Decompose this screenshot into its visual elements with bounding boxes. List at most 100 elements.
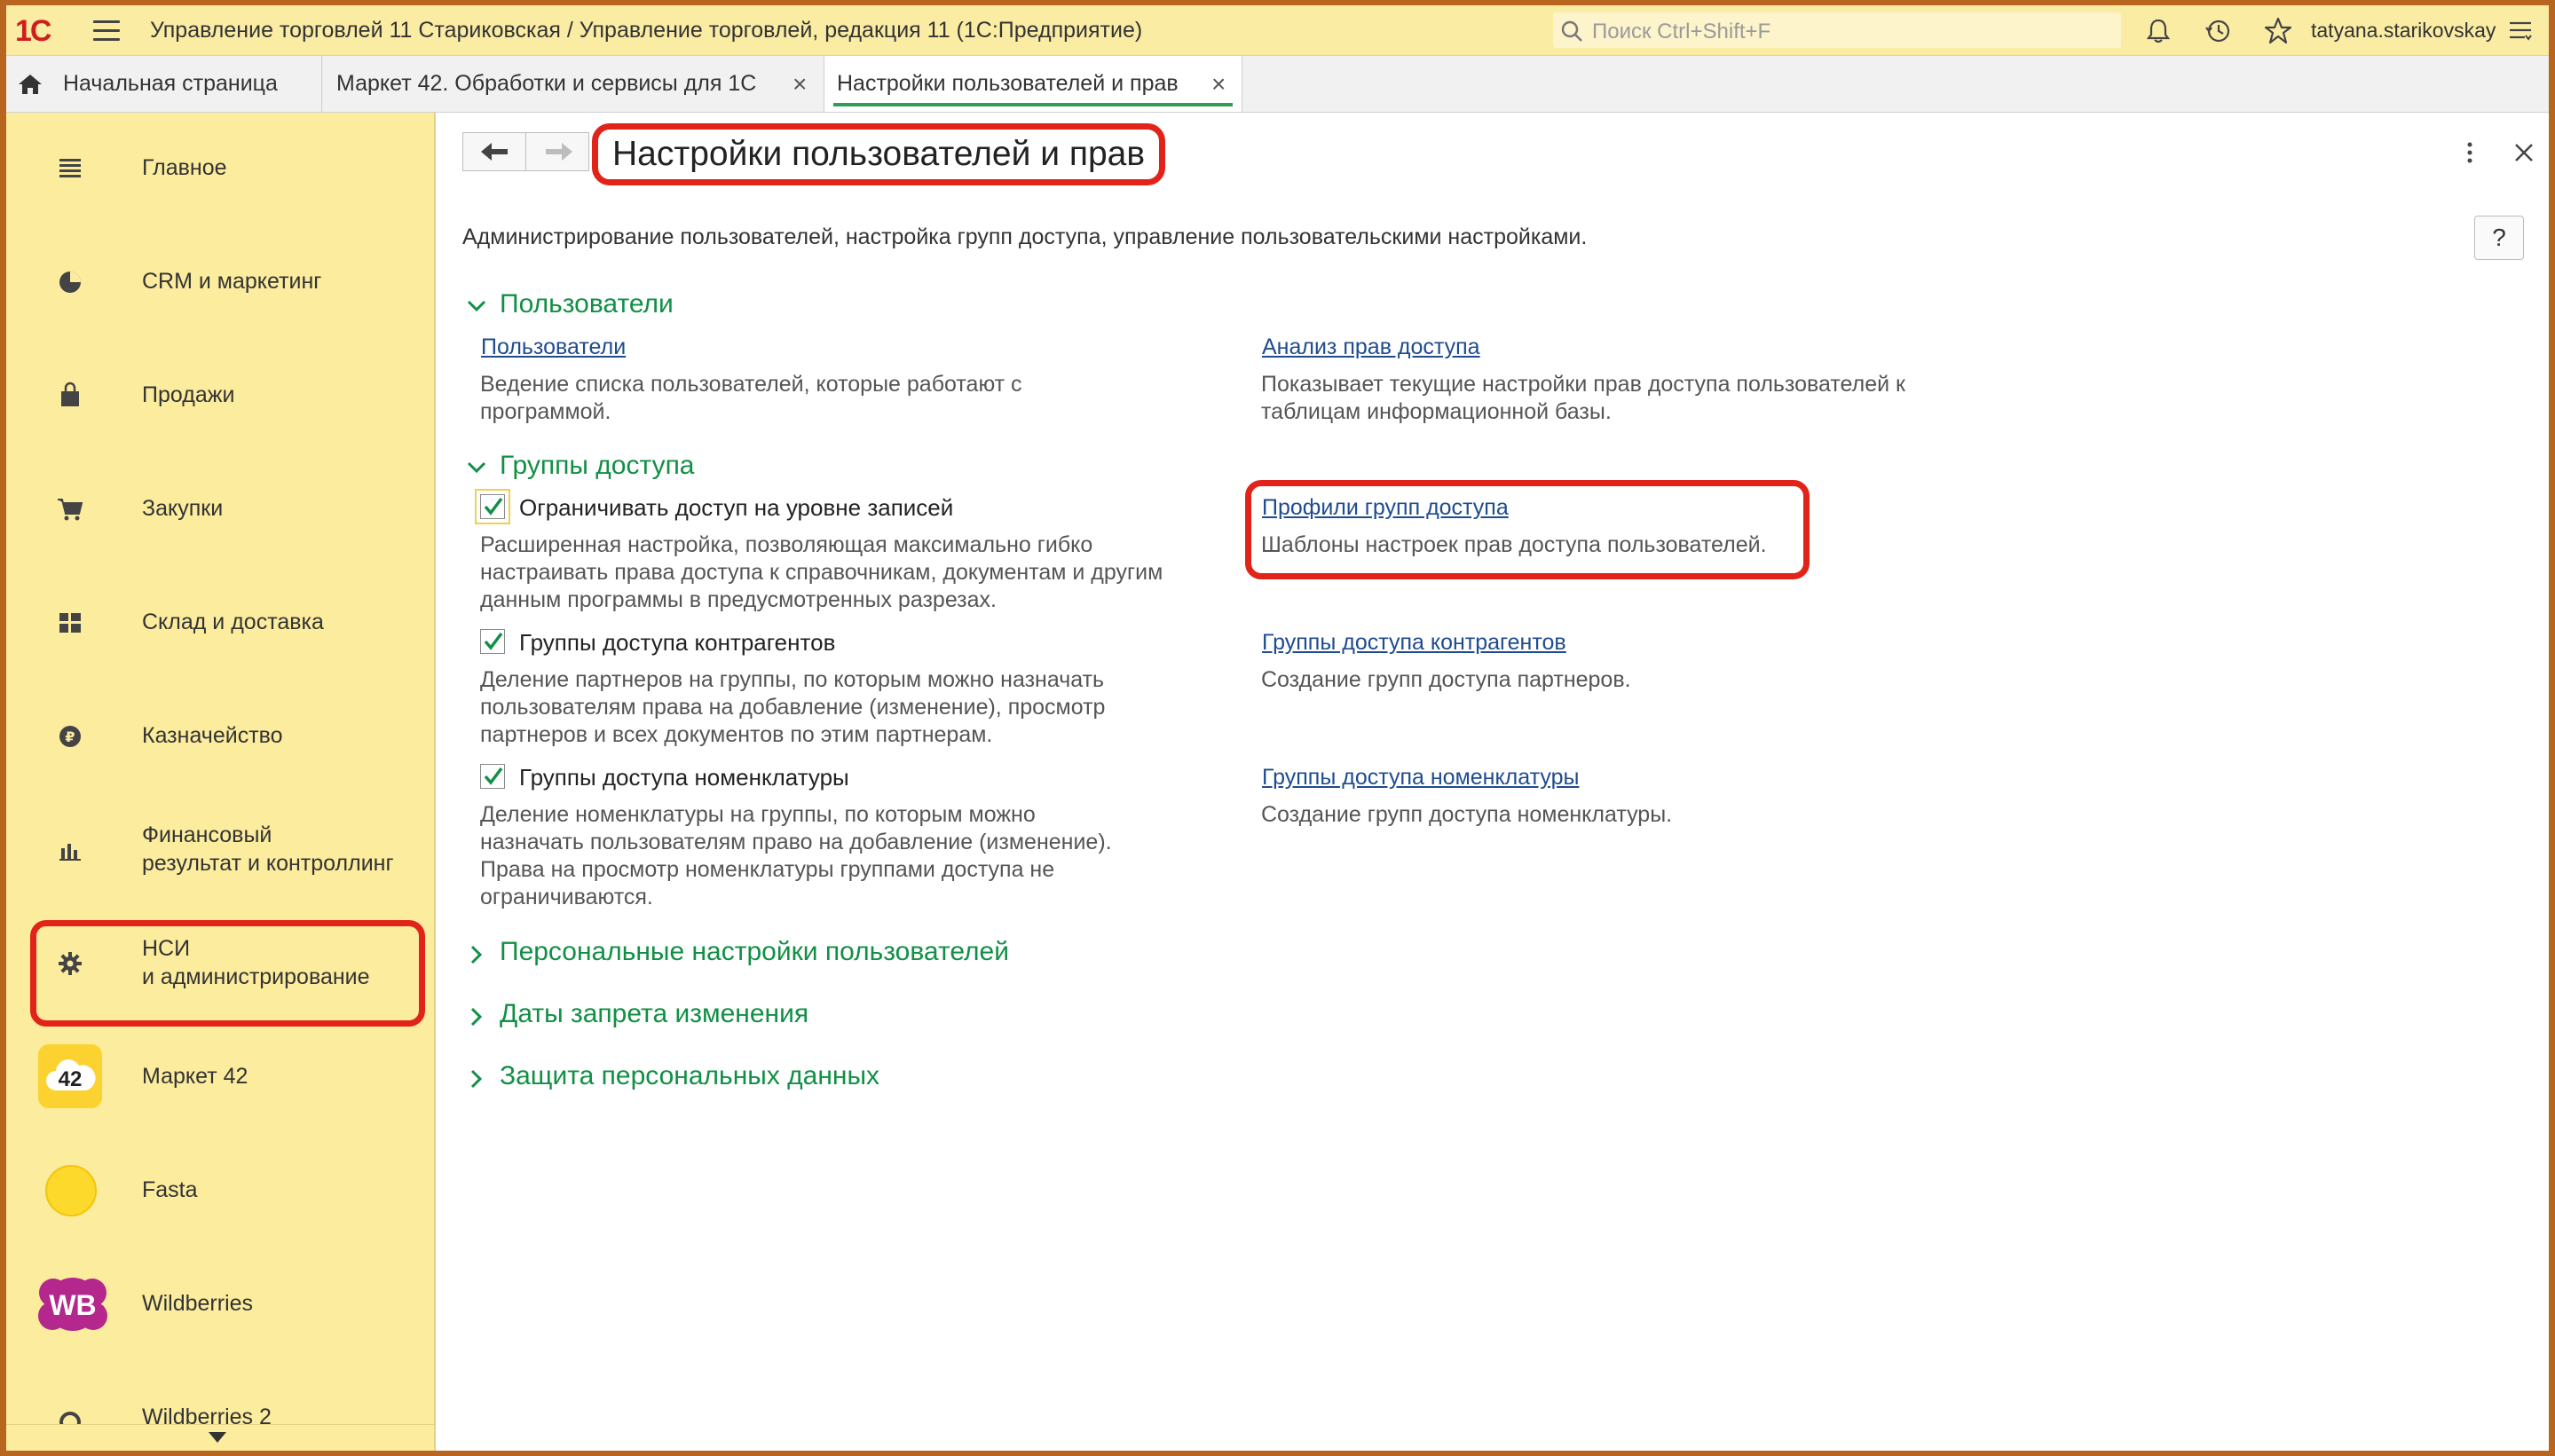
sidebar-item-sales[interactable]: Продажи	[6, 347, 434, 445]
sidebar-item-treasury[interactable]: ₽ Казначейство	[6, 688, 434, 785]
sidebar-item-label: Wildberries	[142, 1291, 254, 1316]
svg-text:₽: ₽	[65, 728, 75, 745]
tab-label: Настройки пользователей и прав	[837, 71, 1179, 96]
market42-logo: 42	[38, 1044, 102, 1108]
counterparty-groups-label[interactable]: Группы доступа контрагентов	[519, 629, 835, 657]
main-content: Настройки пользователей и прав Администр…	[436, 113, 2549, 1451]
app-title: Управление торговлей 11 Стариковская / У…	[150, 18, 1143, 43]
app-window: 1С Управление торговлей 11 Стариковская …	[6, 5, 2549, 1451]
sidebar-item-market42[interactable]: 42 Маркет 42	[6, 1028, 434, 1126]
ruble-coin-icon: ₽	[59, 726, 81, 747]
users-link[interactable]: Пользователи	[481, 334, 626, 360]
main-menu-icon[interactable]	[93, 20, 120, 41]
arrow-left-icon	[481, 143, 508, 161]
nomenclature-groups-link[interactable]: Группы доступа номенклатуры	[1262, 765, 1579, 791]
history-icon[interactable]	[2203, 16, 2233, 46]
sidebar: Главное CRM и маркетинг Продажи Закупки …	[6, 113, 436, 1451]
shopping-bag-icon	[61, 382, 79, 406]
cart-icon	[58, 499, 83, 521]
pie-chart-icon	[59, 272, 81, 293]
users-note: Ведение списка пользователей, которые ра…	[480, 372, 1022, 397]
chevron-down-icon[interactable]	[466, 299, 487, 313]
counterparty-groups-link-note: Создание групп доступа партнеров.	[1261, 667, 1631, 692]
bar-chart-icon	[59, 844, 81, 861]
sidebar-item-purchases[interactable]: Закупки	[6, 460, 434, 558]
restrict-records-note: Расширенная настройка, позволяющая макси…	[480, 532, 1093, 557]
counterparty-groups-link[interactable]: Группы доступа контрагентов	[1262, 630, 1566, 656]
access-analysis-note: таблицам информационной базы.	[1261, 399, 1612, 424]
counterparty-groups-note: партнеров и всех документов по этим парт…	[480, 722, 993, 747]
search-icon	[1561, 20, 1582, 42]
help-button[interactable]: ?	[2474, 216, 2524, 260]
settings-menu-icon[interactable]	[2507, 18, 2534, 44]
check-icon	[484, 767, 503, 785]
restrict-records-note: данным программы в предусмотренных разре…	[480, 587, 997, 612]
sidebar-item-label: Главное	[142, 155, 227, 180]
section-users-title[interactable]: Пользователи	[500, 289, 674, 319]
sidebar-item-label: Казначейство	[142, 723, 283, 748]
home-icon	[19, 75, 42, 94]
chevron-right-icon[interactable]	[469, 1068, 484, 1090]
close-icon[interactable]	[2511, 139, 2537, 166]
sidebar-item-label: Маркет 42	[142, 1064, 248, 1089]
page-title: Настройки пользователей и прав	[612, 135, 1146, 173]
bell-icon[interactable]	[2143, 16, 2173, 46]
counterparty-groups-checkbox[interactable]	[480, 629, 505, 654]
tab-user-settings[interactable]: Настройки пользователей и прав ×	[824, 56, 1242, 112]
check-icon	[484, 632, 503, 650]
nomenclature-groups-label[interactable]: Группы доступа номенклатуры	[519, 764, 849, 791]
section-personal-data-protection[interactable]: Защита персональных данных	[500, 1061, 879, 1091]
sidebar-item-crm[interactable]: CRM и маркетинг	[6, 233, 434, 331]
sidebar-scroll-down-icon[interactable]	[209, 1432, 226, 1443]
sidebar-item-label: CRM и маркетинг	[142, 269, 322, 294]
sidebar-item-label: Закупки	[142, 496, 224, 521]
list-icon	[59, 159, 81, 177]
access-analysis-note: Показывает текущие настройки прав доступ…	[1261, 372, 1905, 397]
favorites-star-icon[interactable]	[2263, 16, 2293, 46]
tab-close-icon[interactable]: ×	[1211, 70, 1226, 98]
fasta-logo-icon	[45, 1165, 97, 1216]
nomenclature-groups-note: ограничиваются.	[480, 885, 653, 909]
search-box[interactable]: Поиск Ctrl+Shift+F	[1553, 12, 2121, 48]
section-personal-settings[interactable]: Персональные настройки пользователей	[500, 937, 1009, 967]
sidebar-item-wildberries[interactable]: WB Wildberries	[6, 1255, 434, 1353]
chevron-right-icon[interactable]	[469, 944, 484, 965]
counterparty-groups-note: пользователям права на добавление (измен…	[480, 695, 1106, 720]
sidebar-item-fasta[interactable]: Fasta	[6, 1142, 434, 1240]
check-icon	[484, 497, 503, 516]
sidebar-item-main[interactable]: Главное	[6, 120, 434, 217]
section-groups-title[interactable]: Группы доступа	[500, 451, 695, 481]
access-analysis-link[interactable]: Анализ прав доступа	[1262, 334, 1480, 360]
active-tab-indicator	[833, 103, 1233, 106]
page-title-highlight: Настройки пользователей и прав	[592, 123, 1166, 185]
user-name[interactable]: tatyana.starikovskay	[2311, 19, 2496, 43]
warehouse-grid-icon	[59, 613, 81, 633]
restrict-records-checkbox[interactable]	[480, 494, 505, 519]
nomenclature-groups-note: Права на просмотр номенклатуры группами …	[480, 857, 1055, 882]
nomenclature-groups-link-note: Создание групп доступа номенклатуры.	[1261, 802, 1673, 827]
wildberries-badge: WB	[49, 1289, 97, 1321]
highlight-nsi-admin	[30, 920, 425, 1027]
sidebar-item-finance[interactable]: Финансовый результат и контроллинг	[6, 801, 434, 899]
users-note: программой.	[480, 399, 611, 424]
tab-home[interactable]: Начальная страница	[6, 56, 322, 112]
market42-badge: 42	[58, 1067, 83, 1091]
restrict-records-label[interactable]: Ограничивать доступ на уровне записей	[519, 494, 953, 522]
1c-logo: 1С	[15, 14, 51, 48]
section-change-prohibition-dates[interactable]: Даты запрета изменения	[500, 999, 808, 1029]
tab-close-icon[interactable]: ×	[793, 70, 807, 98]
sidebar-item-label: результат и контроллинг	[142, 851, 394, 876]
search-placeholder: Поиск Ctrl+Shift+F	[1592, 20, 1771, 43]
chevron-down-icon[interactable]	[466, 460, 487, 475]
nomenclature-groups-checkbox[interactable]	[480, 764, 505, 789]
chevron-right-icon[interactable]	[469, 1006, 484, 1027]
nomenclature-groups-note: назначать пользователям право на добавле…	[480, 830, 1112, 854]
back-button[interactable]	[462, 132, 526, 171]
tab-market42[interactable]: Маркет 42. Обработки и сервисы для 1С ×	[322, 56, 824, 112]
forward-button[interactable]	[525, 132, 589, 171]
access-group-profiles-link[interactable]: Профили групп доступа	[1262, 495, 1509, 521]
arrow-right-icon	[546, 143, 572, 161]
counterparty-groups-note: Деление партнеров на группы, по которым …	[480, 667, 1105, 692]
sidebar-item-warehouse[interactable]: Склад и доставка	[6, 574, 434, 672]
more-vertical-icon[interactable]	[2463, 139, 2477, 166]
